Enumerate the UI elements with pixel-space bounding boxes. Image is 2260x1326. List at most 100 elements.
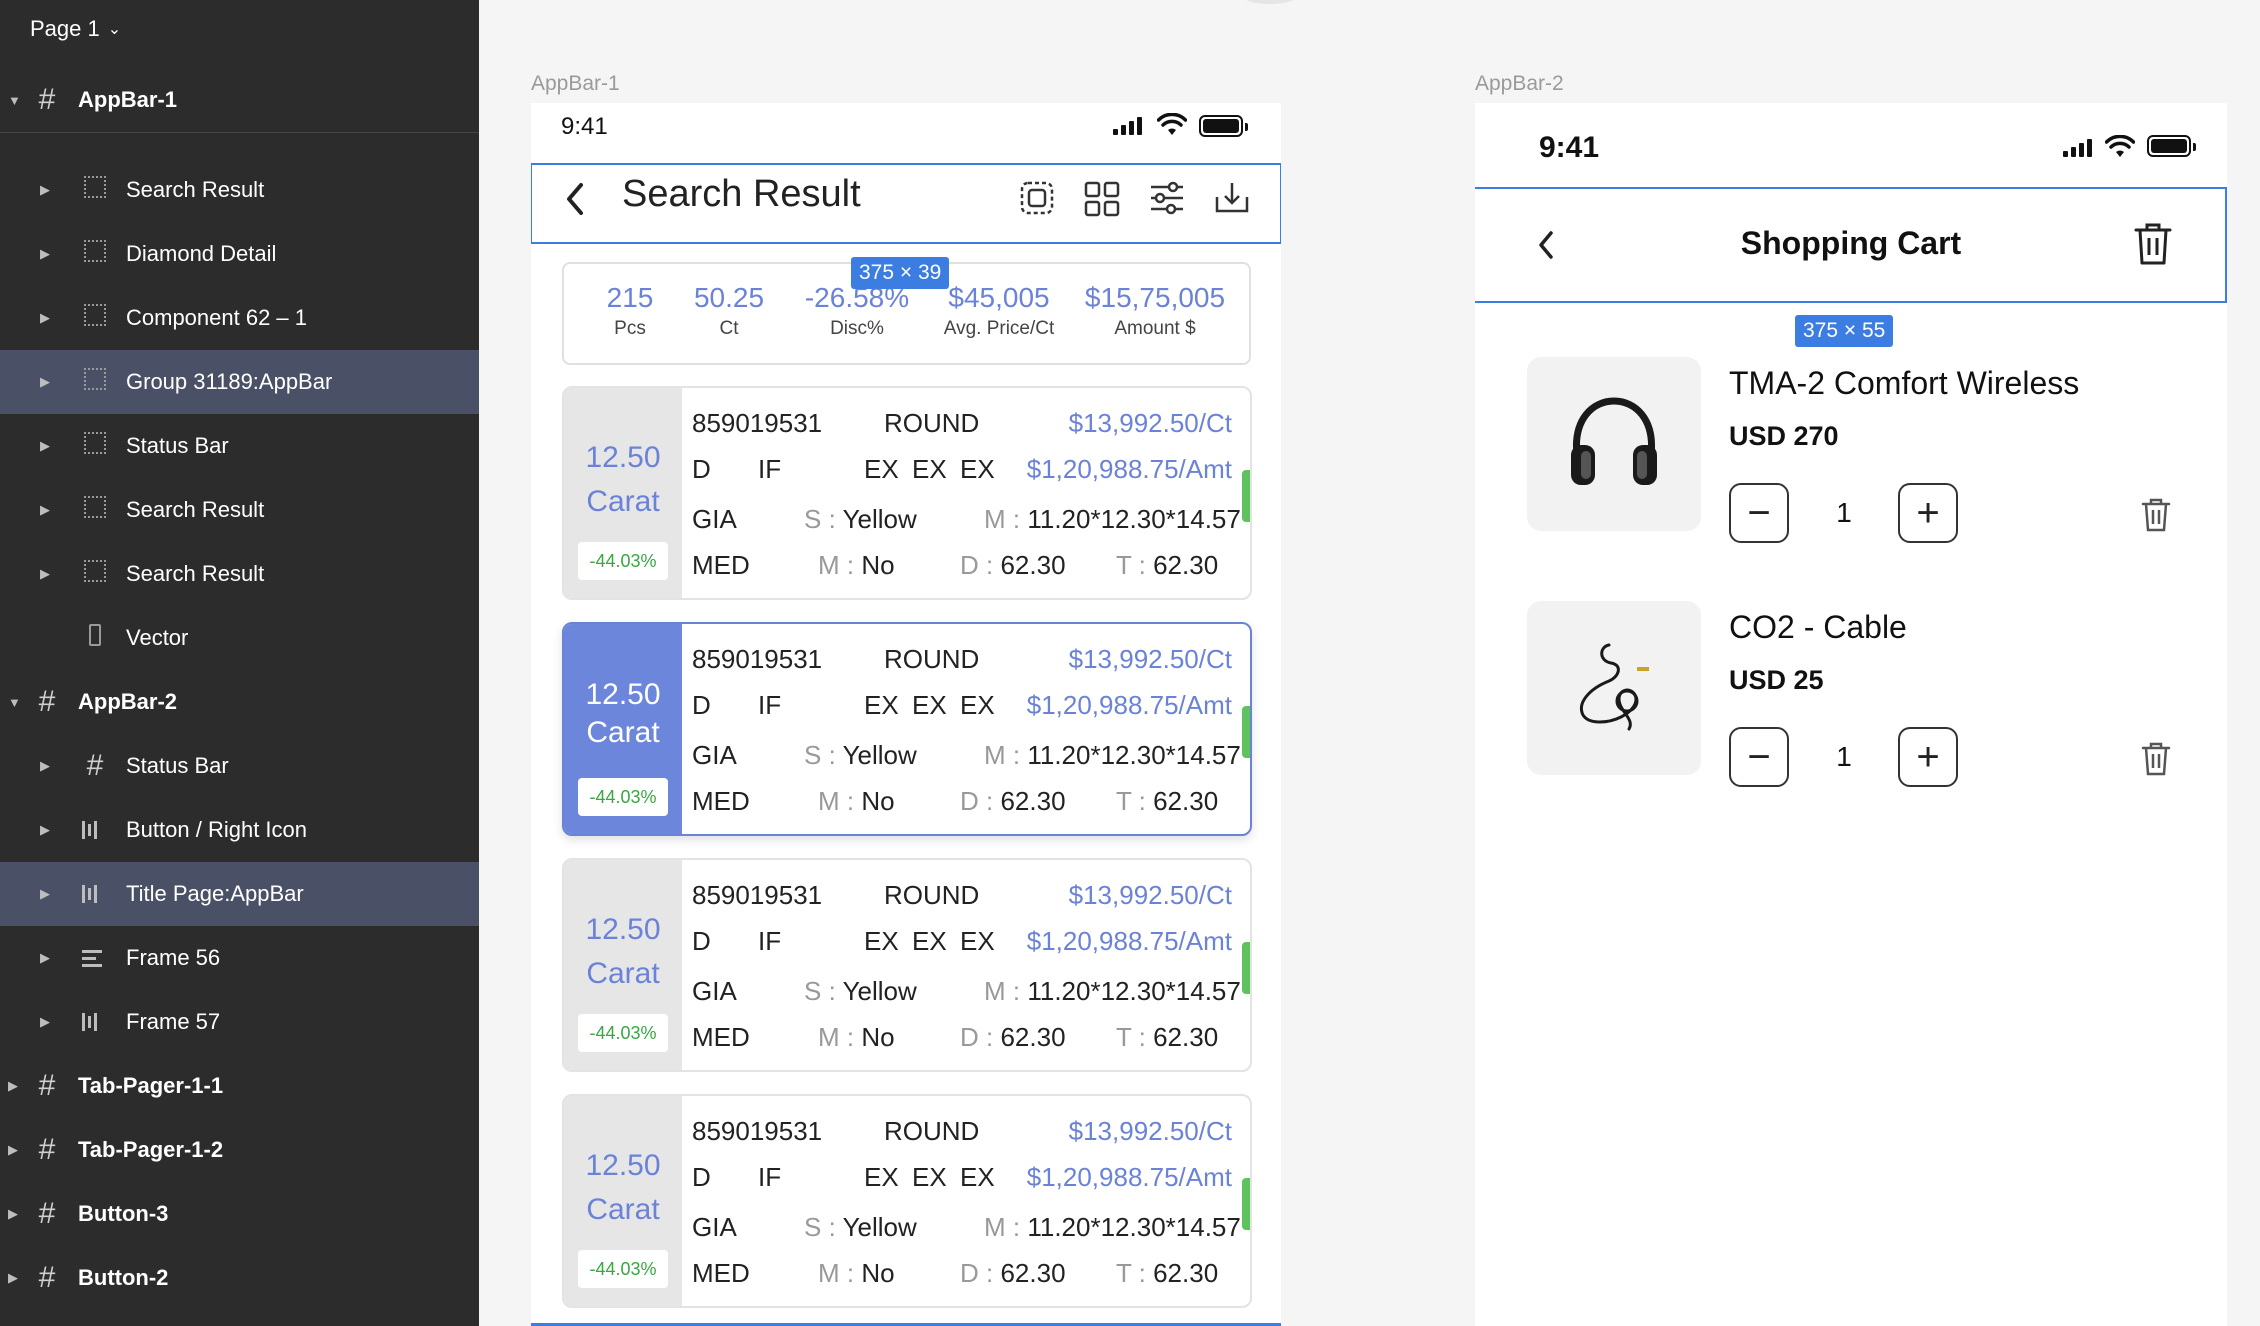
frame-hash-icon: #: [38, 1197, 56, 1230]
expand-caret-closed-icon[interactable]: ▶: [40, 566, 50, 582]
measurement-field: M : 11.20*12.30*14.57: [984, 740, 1241, 771]
field-key: T :: [1116, 550, 1146, 580]
summary-value: $15,75,005: [1084, 282, 1226, 313]
page-title: Shopping Cart: [1740, 225, 1962, 261]
milky-field: M : No: [818, 1258, 895, 1289]
layer-row[interactable]: ▶ Diamond Detail: [0, 222, 479, 286]
expand-caret-closed-icon[interactable]: ▶: [40, 822, 50, 838]
remove-item-trash-icon[interactable]: [2141, 741, 2171, 777]
plus-icon: +: [1916, 491, 1940, 535]
result-card[interactable]: 12.50 Carat -44.03% 859019531 ROUND $13,992.5…: [562, 858, 1252, 1072]
stone-polish: EX: [912, 1162, 947, 1192]
carat-label: Carat: [586, 485, 660, 518]
layer-row[interactable]: ▶ Button / Right Icon: [0, 798, 479, 862]
stone-amount: $1,20,988.75/Amt: [1026, 690, 1232, 720]
layer-row[interactable]: ▶ # Button-3: [0, 1182, 479, 1246]
decrease-quantity-button[interactable]: −: [1729, 483, 1789, 543]
layer-label: Diamond Detail: [126, 241, 277, 266]
frame-label-appbar-1[interactable]: AppBar-1: [531, 72, 620, 96]
field-value: 62.30: [1153, 550, 1219, 580]
layer-row[interactable]: ▶ Search Result: [0, 158, 479, 222]
grid-icon[interactable]: [1084, 181, 1120, 217]
layer-label: Button-2: [78, 1265, 169, 1290]
battery-icon: [2147, 135, 2196, 157]
page-selector[interactable]: Page 1 ⌄: [30, 16, 121, 42]
layer-label: Status Bar: [126, 753, 229, 778]
shade-field: S : Yellow: [804, 504, 917, 535]
download-icon[interactable]: [1215, 179, 1249, 215]
product-name[interactable]: CO2 - Cable: [1729, 609, 1907, 646]
field-value: No: [861, 550, 895, 580]
layer-row[interactable]: ▶ Frame 56: [0, 926, 479, 990]
frame-hash-icon: #: [38, 685, 56, 718]
layer-label: Search Result: [126, 561, 265, 586]
appbar-2-frame[interactable]: 9:41 Shopping Cart 375 × 55 TMA-2 Comfor…: [1475, 103, 2227, 1326]
layer-row[interactable]: ▶ # Tab-Pager-1-1: [0, 1054, 479, 1118]
expand-caret-closed-icon[interactable]: ▶: [8, 1270, 18, 1286]
layer-row[interactable]: ▶ Search Result: [0, 478, 479, 542]
layer-row[interactable]: Vector: [0, 606, 479, 670]
result-card[interactable]: 12.50 Carat -44.03% 859019531 ROUND $13,992.5…: [562, 386, 1252, 600]
stone-color: D: [692, 926, 711, 956]
stone-clarity: IF: [758, 926, 782, 956]
layer-row[interactable]: ▶ Frame 57: [0, 990, 479, 1054]
field-value: Yellow: [842, 1212, 917, 1242]
select-frame-icon[interactable]: [1020, 181, 1054, 215]
carat-block: 12.50 Carat: [564, 676, 682, 752]
group-dotted-icon: [82, 303, 108, 333]
back-arrow-icon[interactable]: [561, 179, 589, 219]
remove-item-trash-icon[interactable]: [2141, 497, 2171, 533]
trash-icon[interactable]: [2133, 221, 2173, 267]
measurement-field: M : 11.20*12.30*14.57: [984, 1212, 1241, 1243]
measurement-field: M : 11.20*12.30*14.57: [984, 504, 1241, 535]
table-field: T : 62.30: [1116, 1022, 1218, 1053]
increase-quantity-button[interactable]: +: [1898, 483, 1958, 543]
layer-row[interactable]: ▶ Status Bar: [0, 414, 479, 478]
price-per-carat: $13,992.50/Ct: [1068, 1116, 1232, 1146]
expand-caret-open-icon[interactable]: ▼: [8, 93, 21, 108]
expand-caret-closed-icon[interactable]: ▶: [40, 502, 50, 518]
layer-row[interactable]: ▼ # AppBar-1: [0, 68, 479, 132]
stone-lab: GIA: [692, 740, 737, 770]
layer-row[interactable]: ▶ Search Result: [0, 542, 479, 606]
layer-row[interactable]: ▼ # AppBar-2: [0, 670, 479, 734]
stone-symmetry: EX: [960, 1162, 995, 1192]
expand-caret-closed-icon[interactable]: ▶: [40, 886, 50, 902]
field-value: 11.20*12.30*14.57: [1027, 976, 1241, 1006]
result-card[interactable]: 12.50 Carat -44.03% 859019531 ROUND $13,992.5…: [562, 622, 1252, 836]
expand-caret-open-icon[interactable]: ▼: [8, 695, 21, 710]
layer-row[interactable]: ▶ Title Page:AppBar: [0, 862, 479, 926]
expand-caret-closed-icon[interactable]: ▶: [40, 438, 50, 454]
layer-row[interactable]: ▶ Group 31189:AppBar: [0, 350, 479, 414]
product-thumbnail[interactable]: [1527, 601, 1701, 775]
layer-label: Component 62 – 1: [126, 305, 308, 330]
expand-caret-closed-icon[interactable]: ▶: [8, 1206, 18, 1222]
expand-caret-closed-icon[interactable]: ▶: [8, 1078, 18, 1094]
increase-quantity-button[interactable]: +: [1898, 727, 1958, 787]
expand-caret-closed-icon[interactable]: ▶: [40, 758, 50, 774]
product-thumbnail[interactable]: [1527, 357, 1701, 531]
expand-caret-closed-icon[interactable]: ▶: [40, 310, 50, 326]
field-key: D :: [960, 1258, 994, 1288]
appbar-1-frame[interactable]: 9:41 Search Result 215 Pcs 50.25 Ct -26.58% D…: [531, 103, 1281, 1326]
stone-color: D: [692, 690, 711, 720]
filter-sliders-icon[interactable]: [1149, 181, 1185, 215]
expand-caret-closed-icon[interactable]: ▶: [40, 246, 50, 262]
product-name[interactable]: TMA-2 Comfort Wireless: [1729, 365, 2079, 402]
expand-caret-closed-icon[interactable]: ▶: [40, 182, 50, 198]
result-card[interactable]: 12.50 Carat -44.03% 859019531 ROUND $13,992.5…: [562, 1094, 1252, 1308]
expand-caret-closed-icon[interactable]: ▶: [40, 950, 50, 966]
frame-label-appbar-2[interactable]: AppBar-2: [1475, 72, 1564, 96]
expand-caret-closed-icon[interactable]: ▶: [8, 1142, 18, 1158]
layer-row[interactable]: ▶ # Tab-Pager-1-2: [0, 1118, 479, 1182]
field-key: T :: [1116, 1022, 1146, 1052]
summary-unit: Avg. Price/Ct: [943, 318, 1055, 339]
layer-label: Button-3: [78, 1201, 169, 1226]
layer-row[interactable]: ▶ # Status Bar: [0, 734, 479, 798]
stone-symmetry: EX: [960, 454, 995, 484]
layer-row[interactable]: ▶ # Button-2: [0, 1246, 479, 1310]
expand-caret-closed-icon[interactable]: ▶: [40, 374, 50, 390]
expand-caret-closed-icon[interactable]: ▶: [40, 1014, 50, 1030]
decrease-quantity-button[interactable]: −: [1729, 727, 1789, 787]
layer-row[interactable]: ▶ Component 62 – 1: [0, 286, 479, 350]
